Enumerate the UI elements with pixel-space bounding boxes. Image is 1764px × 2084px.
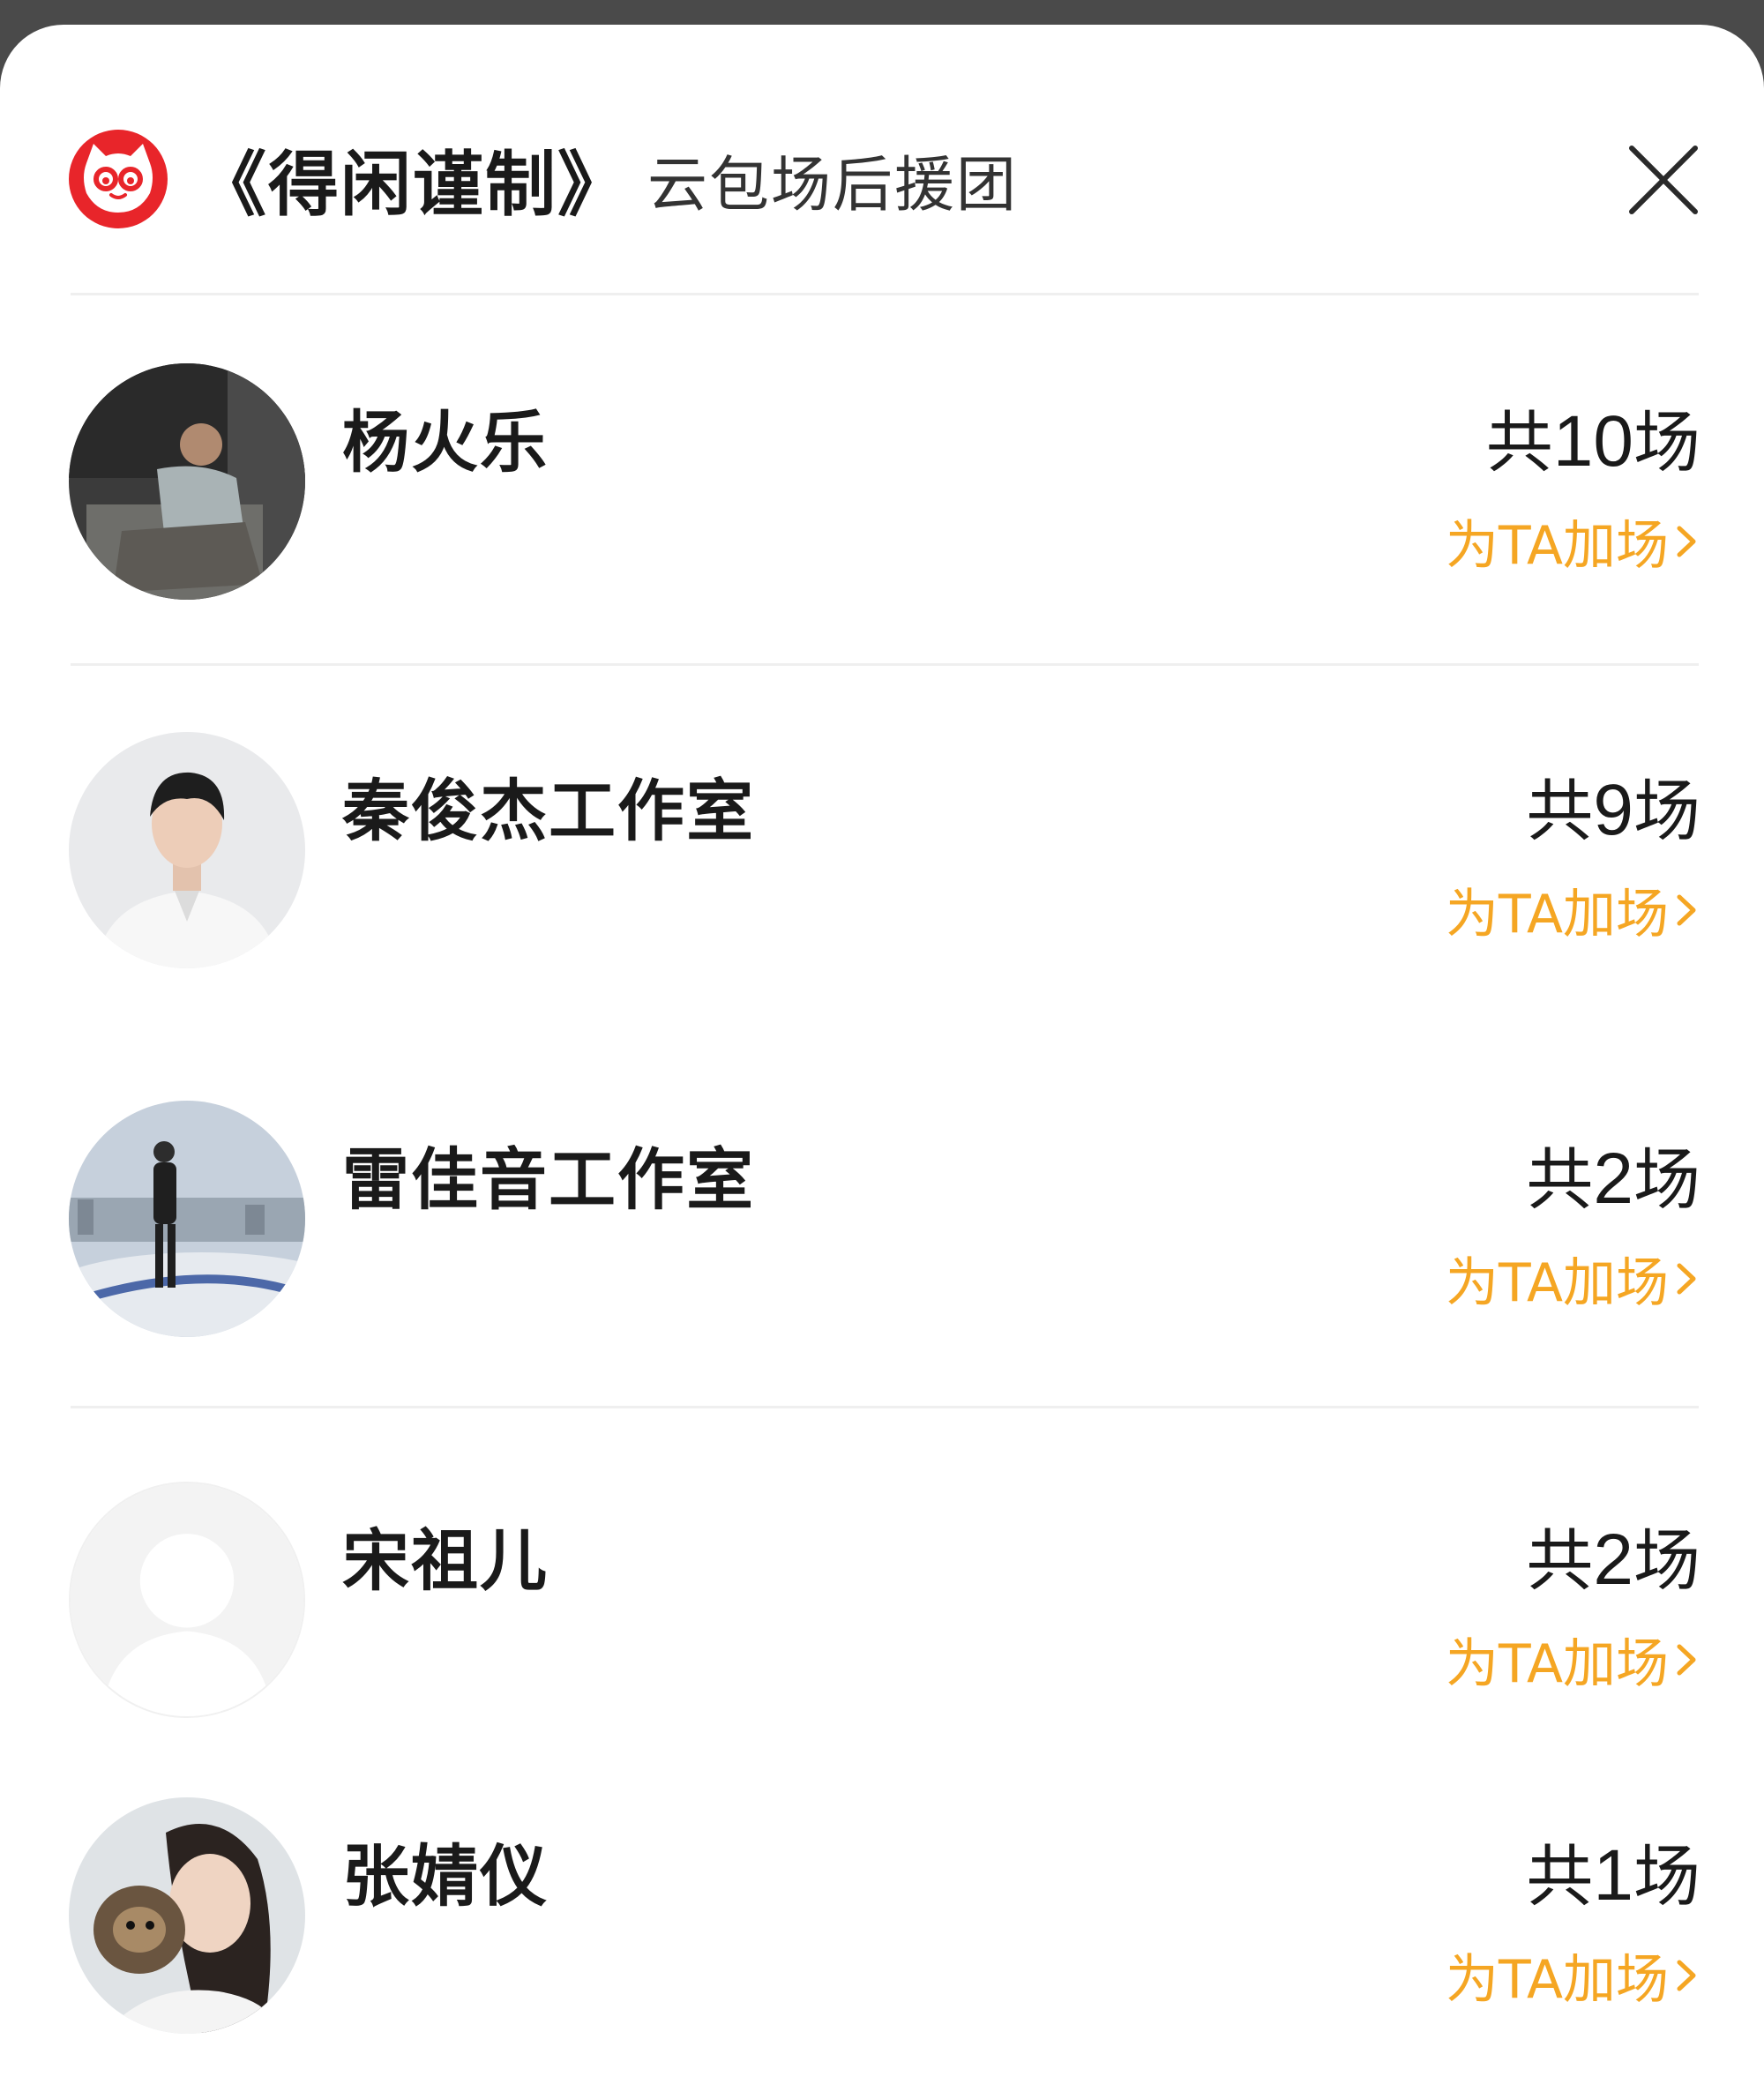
- count-suffix: 场: [1633, 772, 1700, 850]
- count-suffix: 场: [1633, 1521, 1700, 1600]
- count-number: 2: [1593, 1520, 1633, 1600]
- support-group-sheet: 《得闲谨制》 云包场后援团 杨火乐 共10场 为TA加场 秦俊杰工作室 共9场 …: [0, 25, 1764, 2084]
- maoyan-cat-logo-icon: [69, 130, 168, 228]
- list-item: 杨火乐 共10场 为TA加场: [69, 363, 1700, 610]
- supporter-name: 秦俊杰工作室: [342, 772, 755, 850]
- add-show-label: 为TA加场: [1445, 1949, 1669, 2011]
- avatar[interactable]: [69, 363, 305, 600]
- row-divider: [71, 1406, 1699, 1408]
- count-number: 10: [1552, 401, 1633, 482]
- show-count: 共1场: [1526, 1822, 1700, 1919]
- add-show-label: 为TA加场: [1445, 515, 1669, 577]
- list-item: 张婧仪 共1场 为TA加场: [69, 1797, 1700, 2044]
- chevron-right-icon: [1677, 1960, 1696, 1991]
- count-suffix: 场: [1633, 1837, 1700, 1916]
- supporter-name: 宋祖儿: [342, 1521, 549, 1600]
- count-number: 2: [1593, 1139, 1633, 1219]
- row-divider: [71, 663, 1699, 666]
- list-item: 秦俊杰工作室 共9场 为TA加场: [69, 732, 1700, 979]
- add-show-button[interactable]: 为TA加场: [1446, 1937, 1700, 2013]
- add-show-label: 为TA加场: [1445, 1633, 1669, 1695]
- chevron-right-icon: [1677, 526, 1696, 556]
- add-show-button[interactable]: 为TA加场: [1446, 871, 1700, 948]
- count-number: 1: [1593, 1835, 1633, 1916]
- supporter-name: 雷佳音工作室: [342, 1140, 755, 1219]
- avatar[interactable]: [69, 732, 305, 968]
- count-prefix: 共: [1526, 1837, 1594, 1916]
- show-count: 共2场: [1526, 1506, 1700, 1603]
- page-title: 《得闲谨制》: [196, 144, 630, 226]
- count-number: 9: [1593, 770, 1633, 850]
- count-prefix: 共: [1485, 403, 1553, 482]
- avatar[interactable]: [69, 1797, 305, 2034]
- count-suffix: 场: [1633, 403, 1700, 482]
- avatar[interactable]: [69, 1482, 305, 1718]
- sheet-header: 《得闲谨制》 云包场后援团: [67, 104, 1708, 254]
- add-show-button[interactable]: 为TA加场: [1446, 1621, 1700, 1698]
- list-item: 雷佳音工作室 共2场 为TA加场: [69, 1101, 1700, 1348]
- supporter-name: 杨火乐: [342, 403, 549, 482]
- count-prefix: 共: [1526, 1521, 1594, 1600]
- count-prefix: 共: [1526, 772, 1594, 850]
- close-icon[interactable]: [1619, 136, 1708, 224]
- chevron-right-icon: [1677, 894, 1696, 925]
- show-count: 共10场: [1486, 388, 1700, 485]
- supporter-name: 张婧仪: [342, 1837, 549, 1916]
- add-show-label: 为TA加场: [1445, 884, 1669, 945]
- chevron-right-icon: [1677, 1263, 1696, 1294]
- count-suffix: 场: [1633, 1140, 1700, 1219]
- add-show-label: 为TA加场: [1445, 1252, 1669, 1314]
- header-divider: [71, 293, 1699, 295]
- add-show-button[interactable]: 为TA加场: [1446, 1240, 1700, 1317]
- show-count: 共2场: [1526, 1125, 1700, 1222]
- page-subtitle: 云包场后援团: [647, 150, 1019, 220]
- avatar[interactable]: [69, 1101, 305, 1337]
- add-show-button[interactable]: 为TA加场: [1446, 503, 1700, 579]
- show-count: 共9场: [1526, 757, 1700, 854]
- list-item: 宋祖儿 共2场 为TA加场: [69, 1482, 1700, 1729]
- chevron-right-icon: [1677, 1644, 1696, 1675]
- count-prefix: 共: [1526, 1140, 1594, 1219]
